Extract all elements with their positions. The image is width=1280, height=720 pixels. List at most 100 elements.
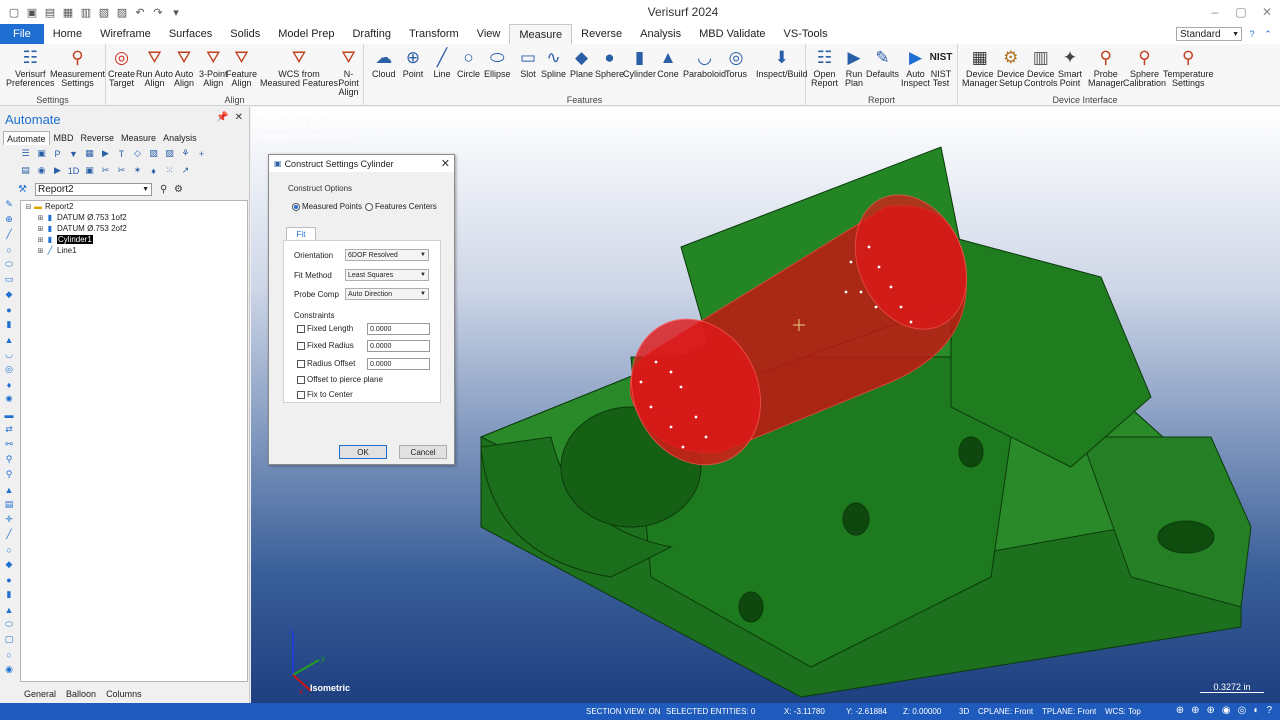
one-d-icon[interactable]: 1D [66, 164, 81, 178]
save-as-icon[interactable]: ▦ [60, 4, 76, 20]
minimize-button[interactable]: – [1202, 0, 1228, 24]
measure-sphere-icon[interactable]: ● [3, 304, 15, 315]
tab-columns[interactable]: Columns [106, 689, 142, 699]
tab-view[interactable]: View [468, 24, 510, 44]
grid-icon[interactable]: ▦ [82, 147, 97, 161]
print-preview-icon[interactable]: ▧ [96, 4, 112, 20]
search-icon[interactable]: ⚲ [160, 184, 167, 195]
shade-icon[interactable]: ◐ [1253, 705, 1259, 716]
measure-cone2-icon[interactable]: ▲ [3, 484, 15, 495]
fixed-length-input[interactable]: 0.0000 [367, 323, 430, 335]
measure-stack-icon[interactable]: ▤ [3, 499, 15, 510]
sphere-button[interactable]: ● Sphere [595, 46, 624, 79]
stack-icon[interactable]: ▤ [18, 164, 33, 178]
close-icon[interactable]: ✕ [235, 112, 243, 123]
tree-row-datum-2[interactable]: ⊞ ▮ DATUM Ø.753 2of2 [21, 223, 247, 234]
style-combo[interactable]: Standard ▼ [1176, 27, 1242, 41]
radio-measured-points[interactable]: Measured Points [292, 202, 362, 211]
play-icon[interactable]: ▶ [98, 147, 113, 161]
verisurf-preferences-button[interactable]: ☷ Verisurf Preferences [6, 46, 55, 88]
orientation-select[interactable]: 6DOF Resolved ▼ [345, 249, 429, 261]
tab-mbd-validate[interactable]: MBD Validate [690, 24, 774, 44]
fixed-radius-checkbox[interactable]: Fixed Radius [297, 341, 354, 350]
tab-home[interactable]: Home [44, 24, 91, 44]
undo-icon[interactable]: ↶ [132, 4, 148, 20]
cancel-button[interactable]: Cancel [399, 445, 447, 459]
measure-circle3-icon[interactable]: ○ [3, 649, 15, 660]
fix-to-center-checkbox[interactable]: Fix to Center [297, 390, 353, 399]
measure-point2-icon[interactable]: ◉ [3, 664, 15, 675]
radio-features-centers[interactable]: Features Centers [365, 202, 437, 211]
hatch-icon[interactable]: ▧ [146, 147, 161, 161]
help-icon[interactable]: ? [1246, 28, 1258, 40]
measure-slot-icon[interactable]: ▭ [3, 274, 15, 285]
ok-button[interactable]: OK [339, 445, 387, 459]
text-icon[interactable]: T [114, 147, 129, 161]
radius-offset-checkbox[interactable]: Radius Offset [297, 359, 355, 368]
p-icon[interactable]: P [50, 147, 65, 161]
fixed-length-checkbox[interactable]: Fixed Length [297, 324, 353, 333]
paraboloid-button[interactable]: ◡ Paraboloid [683, 46, 726, 79]
cylinder-button[interactable]: ▮ Cylinder [623, 46, 656, 79]
line-button[interactable]: ╱ Line [431, 46, 453, 79]
tab-transform[interactable]: Transform [400, 24, 468, 44]
open-folder-icon[interactable]: ▤ [42, 4, 58, 20]
fixed-radius-input[interactable]: 0.0000 [367, 340, 430, 352]
tree-row-report2[interactable]: ⊟ ▬ Report2 [21, 201, 247, 212]
measure-box-icon[interactable]: ▢ [3, 634, 15, 645]
measure-plane2-icon[interactable]: ◆ [3, 559, 15, 570]
list-icon[interactable]: ☰ [18, 147, 33, 161]
status-mode[interactable]: 3D [959, 707, 969, 716]
measure-arrow-icon[interactable]: ⇄ [3, 424, 15, 435]
tab-surfaces[interactable]: Surfaces [160, 24, 221, 44]
device-controls-button[interactable]: ▥ Device Controls [1024, 46, 1058, 88]
measure-pin-icon[interactable]: ♦ [3, 379, 15, 390]
sphere-view-icon[interactable]: ◎ [1238, 705, 1247, 716]
save-icon[interactable]: ▣ [24, 4, 40, 20]
tool2-icon[interactable]: ✂ [114, 164, 129, 178]
expand-icon[interactable]: ⊞ [36, 236, 45, 244]
auto-inspect-button[interactable]: ▶ Auto Inspect [901, 46, 930, 88]
measure-cross-icon[interactable]: ✛ [3, 514, 15, 525]
filter-icon[interactable]: ▼ [66, 147, 81, 161]
feature-align-button[interactable]: ⛛ Feature Align [226, 46, 257, 88]
n-point-align-button[interactable]: ⛛ N-Point Align [334, 46, 363, 97]
panel-tab-automate[interactable]: Automate [3, 131, 50, 145]
panel-tab-measure[interactable]: Measure [118, 131, 159, 145]
three-point-align-button[interactable]: ⛛ 3-Point Align [199, 46, 228, 88]
probe-comp-select[interactable]: Auto Direction ▼ [345, 288, 429, 300]
tab-file[interactable]: File [0, 24, 44, 44]
settings-icon[interactable]: ⚙ [174, 184, 183, 195]
measure-line-icon[interactable]: ╱ [3, 229, 15, 240]
tab-vs-tools[interactable]: VS-Tools [775, 24, 837, 44]
globe3-icon[interactable]: ⊕ [1207, 705, 1215, 716]
collapse-ribbon-icon[interactable]: ⌃ [1262, 28, 1274, 40]
arrow-icon[interactable]: ↗ [178, 164, 193, 178]
status-section-view[interactable]: SECTION VIEW: ON [586, 707, 661, 716]
defaults-button[interactable]: ✎ Defaults [866, 46, 899, 79]
measure-circle-icon[interactable]: ○ [3, 244, 15, 255]
radius-offset-input[interactable]: 0.0000 [367, 358, 430, 370]
measure-gear-icon[interactable]: ✺ [3, 394, 15, 405]
properties-icon[interactable]: ▨ [114, 4, 130, 20]
print-icon[interactable]: ▥ [78, 4, 94, 20]
temperature-settings-button[interactable]: ⚲ Temperature Settings [1163, 46, 1214, 88]
measure-cone-icon[interactable]: ▲ [3, 334, 15, 345]
measure-circle2-icon[interactable]: ○ [3, 544, 15, 555]
measure-line2-icon[interactable]: ╱ [3, 529, 15, 540]
tab-measure[interactable]: Measure [509, 24, 573, 44]
panel-tab-mbd[interactable]: MBD [51, 131, 77, 145]
measure-paraboloid-icon[interactable]: ◡ [3, 349, 15, 360]
point-button[interactable]: ⊕ Point [402, 46, 424, 79]
maximize-button[interactable]: ▢ [1228, 0, 1254, 24]
measure-probe2-icon[interactable]: ⚲ [3, 469, 15, 480]
tree-row-datum-1[interactable]: ⊞ ▮ DATUM Ø.753 1of2 [21, 212, 247, 223]
plus-icon[interactable]: + [194, 147, 209, 161]
measurement-settings-button[interactable]: ⚲ Measurement Settings [50, 46, 105, 88]
tree-row-line1[interactable]: ⊞ ╱ Line1 [21, 245, 247, 256]
panel-tab-reverse[interactable]: Reverse [78, 131, 118, 145]
cloud-button[interactable]: ☁ Cloud [372, 46, 396, 79]
tab-fit[interactable]: Fit [286, 227, 316, 241]
dots-icon[interactable]: ⁙ [162, 164, 177, 178]
smart-point-button[interactable]: ✦ Smart Point [1058, 46, 1082, 88]
